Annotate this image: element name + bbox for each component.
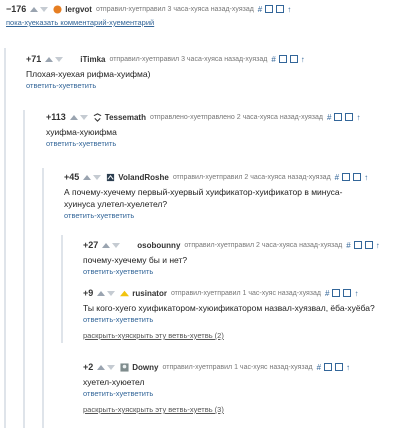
expand-thread-link[interactable]: раскрыть-хуяскрыть эту ветвь-хуетвь (2) — [83, 330, 400, 342]
avatar-icon — [120, 290, 130, 296]
avatar-icon — [53, 4, 62, 14]
save-icon[interactable] — [353, 173, 362, 181]
comment: +2 Downy отправил-хуетправил 1 час-хуяс … — [83, 361, 400, 416]
reply-link[interactable]: ответить-хуетветить — [83, 314, 400, 326]
thread-line — [4, 48, 6, 428]
parent-arrow-icon[interactable]: ↑ — [354, 289, 358, 298]
comment: +9 rusinator отправил-хуетправил 1 час-х… — [83, 287, 400, 342]
comment-meta: отправлено-хуетправлено 2 часа-хуяса наз… — [149, 113, 323, 121]
vote-up-icon[interactable] — [83, 174, 92, 180]
comment-author[interactable]: VolandRoshe — [118, 173, 169, 182]
avatar-icon — [68, 55, 77, 64]
comment-score: +71 — [26, 54, 42, 64]
parent-arrow-icon[interactable]: ↑ — [376, 241, 380, 250]
hash-icon[interactable]: # — [346, 241, 350, 250]
comment: +27 osobounny отправил-хуетправил 2 часа… — [83, 239, 400, 278]
vote-up-icon[interactable] — [45, 56, 54, 62]
save-icon[interactable] — [345, 113, 354, 121]
comment: +113 Tessemath отправлено-хуетправлено 2… — [46, 111, 400, 150]
comment-text: А почему-хуечему первый-хуервый хуификат… — [64, 187, 343, 209]
save-icon[interactable] — [342, 173, 351, 181]
comment-text: хуетел-хуюетел — [83, 377, 145, 387]
save-icon[interactable] — [332, 289, 341, 297]
parent-arrow-icon[interactable]: ↑ — [364, 173, 368, 182]
avatar-icon — [107, 173, 115, 181]
avatar-icon — [125, 241, 134, 250]
expand-thread-link[interactable]: раскрыть-хуяскрыть эту ветвь-хуетвь (3) — [83, 404, 400, 416]
save-icon[interactable] — [265, 5, 274, 13]
vote-down-icon[interactable] — [93, 174, 102, 180]
reply-link[interactable]: ответить-хуетветить — [46, 138, 400, 150]
hash-icon[interactable]: # — [327, 113, 331, 122]
show-comment-link[interactable]: пока-хуеказать комментарий-хуементарий — [6, 17, 400, 29]
comment-text: почему-хуечему бы и нет? — [83, 255, 188, 265]
vote-up-icon[interactable] — [97, 364, 106, 370]
comment-meta: отправил-хуетправил 3 часа-хуяса назад-х… — [109, 55, 268, 63]
comment-meta: отправил-хуетправил 1 час-хуяс назад-хуя… — [170, 289, 321, 297]
parent-arrow-icon[interactable]: ↑ — [287, 5, 291, 14]
comment-author[interactable]: Tessemath — [105, 113, 146, 122]
thread-line — [42, 168, 44, 428]
comment-score: +2 — [83, 362, 94, 372]
save-icon[interactable] — [278, 55, 287, 63]
save-icon[interactable] — [276, 5, 285, 13]
comment-text: Плохая-хуехая рифма-хуифма) — [26, 69, 151, 79]
thread-line — [23, 110, 25, 428]
save-icon[interactable] — [324, 363, 333, 371]
vote-down-icon[interactable] — [79, 114, 88, 120]
parent-arrow-icon[interactable]: ↑ — [301, 55, 305, 64]
comment-score: +27 — [83, 240, 99, 250]
parent-arrow-icon[interactable]: ↑ — [356, 113, 360, 122]
hash-icon[interactable]: # — [325, 289, 329, 298]
hash-icon[interactable]: # — [317, 363, 321, 372]
save-icon[interactable] — [343, 289, 352, 297]
comment: +45 VolandRoshe отправил-хуетправил 2 ча… — [64, 171, 400, 222]
comment-score: −176 — [6, 4, 27, 14]
vote-up-icon[interactable] — [102, 242, 111, 248]
comment-meta: отправил-хуетправил 2 часа-хуяса назад-х… — [172, 173, 331, 181]
vote-up-icon[interactable] — [30, 6, 39, 12]
save-icon[interactable] — [334, 113, 343, 121]
vote-up-icon[interactable] — [69, 114, 78, 120]
thread-line — [61, 235, 63, 343]
avatar-icon — [93, 112, 102, 122]
vote-down-icon[interactable] — [112, 242, 121, 248]
avatar-icon — [120, 362, 129, 372]
comment-text: хуифма-хуюифма — [46, 127, 117, 137]
parent-arrow-icon[interactable]: ↑ — [346, 363, 350, 372]
reply-link[interactable]: ответить-хуетветить — [83, 266, 400, 278]
hash-icon[interactable]: # — [258, 5, 262, 14]
vote-up-icon[interactable] — [97, 290, 106, 296]
comment-text: Ты кого-хуего хуификатором-хуюификатором… — [83, 303, 375, 313]
reply-link[interactable]: ответить-хуетветить — [83, 388, 400, 400]
hash-icon[interactable]: # — [271, 55, 275, 64]
save-icon[interactable] — [289, 55, 298, 63]
hash-icon[interactable]: # — [335, 173, 339, 182]
comment-meta: отправил-хуетправил 3 часа-хуяса назад-х… — [95, 5, 254, 13]
reply-link[interactable]: ответить-хуетветить — [26, 80, 400, 92]
comment-author[interactable]: rusinator — [132, 289, 167, 298]
comment-author[interactable]: lergvot — [65, 5, 92, 14]
save-icon[interactable] — [364, 241, 373, 249]
comment-author[interactable]: osobounny — [137, 241, 180, 250]
vote-down-icon[interactable] — [40, 6, 49, 12]
comment-score: +45 — [64, 172, 80, 182]
vote-down-icon[interactable] — [107, 364, 116, 370]
comment-score: +9 — [83, 288, 94, 298]
comment-score: +113 — [46, 112, 66, 122]
vote-down-icon[interactable] — [55, 56, 64, 62]
vote-down-icon[interactable] — [107, 290, 116, 296]
save-icon[interactable] — [353, 241, 362, 249]
save-icon[interactable] — [335, 363, 344, 371]
comment-meta: отправил-хуетправил 2 часа-хуяса назад-х… — [184, 241, 343, 249]
comment-meta: отправил-хуетправил 1 час-хуяс назад-хуя… — [162, 363, 313, 371]
comment-author[interactable]: Downy — [132, 363, 158, 372]
comment-author[interactable]: iTimka — [80, 55, 105, 64]
reply-link[interactable]: ответить-хуетветить — [64, 210, 400, 222]
comment: −176 lergvot отправил-хуетправил 3 часа-… — [6, 3, 400, 29]
comment: +71 iTimka отправил-хуетправил 3 часа-ху… — [26, 53, 400, 92]
